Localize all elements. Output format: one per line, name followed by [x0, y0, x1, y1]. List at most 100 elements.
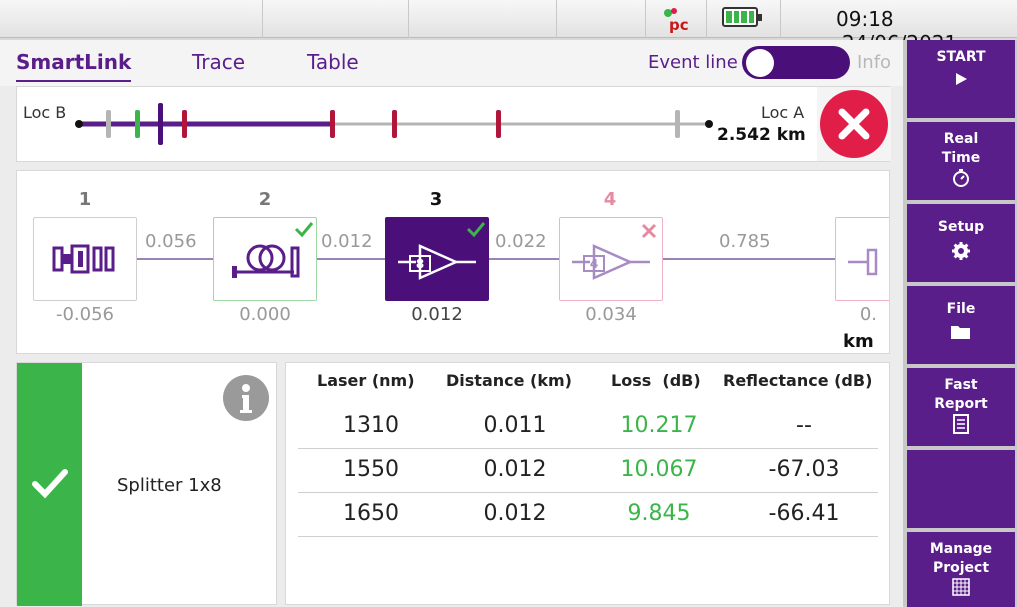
link-trace	[75, 103, 713, 145]
cell-laser: 1650	[343, 501, 399, 526]
cell-loss: 10.067	[620, 457, 698, 482]
event-marker[interactable]	[496, 110, 501, 138]
link-status-button[interactable]	[817, 87, 891, 161]
toggle-knob	[746, 49, 774, 77]
cell-distance: 0.012	[483, 501, 547, 526]
col-header-reflectance: Reflectance (dB)	[723, 371, 873, 390]
element-detail: Splitter 1x8	[16, 362, 277, 606]
empty-soft-label	[907, 450, 1015, 458]
cell-reflectance: --	[796, 413, 812, 438]
splitter-ratio: 8	[416, 257, 424, 271]
setup-label: Setup	[937, 219, 985, 235]
file-button[interactable]: File	[907, 286, 1015, 364]
node-number: 1	[78, 189, 92, 210]
cell-distance: 0.012	[483, 457, 547, 482]
tab-trace[interactable]: Trace	[192, 50, 245, 74]
node-number: 3	[429, 189, 443, 210]
segment-length: 0.022	[495, 231, 547, 252]
node-splitter[interactable]: 4	[559, 217, 663, 301]
event-marker-selected[interactable]	[158, 103, 163, 145]
node-number: 4	[603, 189, 617, 210]
row-divider	[298, 448, 878, 449]
element-chain: 1 -0.056 0.056 2 0.000 0.012 3 8 0.012 0…	[16, 170, 890, 354]
status-bar: pc 09:18 24/06/2021	[0, 0, 1017, 55]
cell-reflectance: -67.03	[768, 457, 840, 482]
node-fiber-coil[interactable]	[213, 217, 317, 301]
setup-button[interactable]: Setup	[907, 204, 1015, 282]
event-marker[interactable]	[392, 110, 397, 138]
start-button[interactable]: START	[907, 40, 1015, 118]
fail-x-icon	[641, 223, 657, 239]
col-header-loss: Loss (dB)	[611, 371, 701, 390]
node-position: 0.	[859, 304, 877, 325]
row-divider	[298, 492, 878, 493]
cell-reflectance: -66.41	[768, 501, 840, 526]
folder-icon	[907, 323, 1015, 347]
node-connector[interactable]	[33, 217, 137, 301]
node-position: 0.012	[411, 304, 463, 325]
splitter-ratio: 4	[590, 257, 598, 271]
event-marker[interactable]	[330, 110, 335, 138]
logo-text: pc	[669, 16, 689, 34]
battery-icon	[722, 7, 762, 27]
event-line-toggle[interactable]	[742, 46, 850, 79]
link-distance: 2.542 km	[717, 125, 806, 145]
cell-distance: 0.011	[483, 413, 547, 438]
status-divider	[645, 0, 646, 38]
cell-laser: 1550	[343, 457, 399, 482]
distance-unit: km	[843, 331, 874, 352]
play-icon	[907, 71, 1015, 93]
link-start-point	[75, 120, 83, 128]
start-label: START	[936, 49, 986, 65]
row-divider	[298, 536, 878, 537]
check-icon	[32, 469, 68, 499]
loc-a-label: Loc A	[761, 103, 805, 122]
event-marker[interactable]	[182, 110, 187, 138]
element-status-pass	[17, 363, 82, 606]
event-line-label: Event line	[648, 52, 738, 73]
status-divider	[262, 0, 263, 38]
node-number: 2	[258, 189, 272, 210]
pass-check-icon	[294, 222, 314, 238]
node-connector-partial[interactable]	[835, 217, 889, 301]
real-time-button[interactable]: Real Time	[907, 122, 1015, 200]
event-marker[interactable]	[675, 110, 680, 138]
grid-icon	[907, 578, 1015, 602]
fail-icon	[820, 90, 888, 158]
segment-length: 0.056	[145, 231, 197, 252]
event-marker[interactable]	[106, 110, 111, 138]
col-header-laser: Laser (nm)	[317, 371, 415, 390]
node-splitter-selected[interactable]: 8	[385, 217, 489, 301]
node-position: -0.056	[55, 304, 115, 325]
col-header-distance: Distance (km)	[446, 371, 572, 390]
status-divider	[706, 0, 707, 38]
info-icon[interactable]	[223, 375, 269, 421]
node-position: 0.000	[239, 304, 291, 325]
cell-loss: 9.845	[627, 501, 691, 526]
empty-soft-button[interactable]	[907, 450, 1015, 528]
manage-project-button[interactable]: Manage Project	[907, 532, 1015, 607]
link-end-point	[705, 120, 713, 128]
status-divider	[556, 0, 557, 38]
tab-smartlink[interactable]: SmartLink	[16, 50, 132, 82]
clock-time: 09:18	[836, 7, 894, 31]
main-panel: SmartLink Trace Table Event line Info Lo…	[0, 40, 903, 607]
results-table: Laser (nm) Distance (km) Loss (dB) Refle…	[285, 362, 890, 605]
real-time-label: Real Time	[941, 131, 981, 166]
tab-table[interactable]: Table	[307, 50, 359, 74]
event-marker[interactable]	[135, 110, 140, 138]
fast-report-label: Fast Report	[934, 377, 988, 412]
loc-b-label: Loc B	[23, 103, 67, 122]
segment-length: 0.785	[719, 231, 771, 252]
manage-project-label: Manage Project	[929, 541, 993, 576]
tab-bar: SmartLink Trace Table Event line Info	[0, 40, 903, 86]
segment-length: 0.012	[321, 231, 373, 252]
remote-pc-logo-icon: pc	[664, 8, 689, 34]
stopwatch-icon	[907, 168, 1015, 194]
fast-report-button[interactable]: Fast Report	[907, 368, 1015, 446]
action-sidebar: START Real Time Setup File Fast Report M…	[903, 40, 1017, 607]
connector-icon	[848, 248, 878, 276]
link-overview: Loc B Loc A 2.542 km	[16, 86, 891, 162]
report-icon	[907, 414, 1015, 440]
gear-icon	[907, 241, 1015, 267]
